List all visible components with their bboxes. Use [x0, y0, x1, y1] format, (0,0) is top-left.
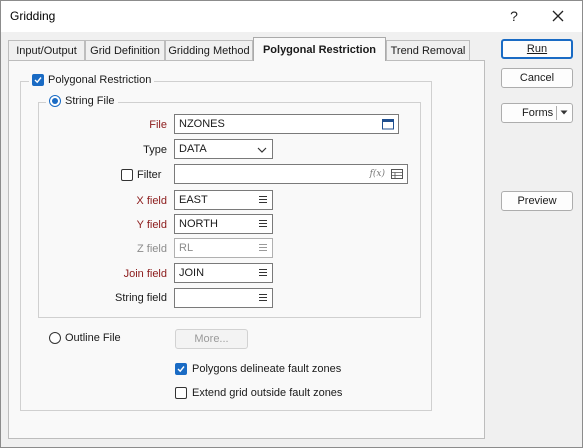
caret-down-icon[interactable] — [560, 110, 568, 116]
field-list-icon[interactable] — [259, 196, 267, 204]
tab-grid-definition[interactable]: Grid Definition — [85, 40, 165, 60]
tab-input-output[interactable]: Input/Output — [8, 40, 85, 60]
type-select[interactable]: DATA — [174, 139, 273, 159]
close-icon — [552, 10, 564, 22]
preview-label: Preview — [517, 195, 557, 207]
gridding-dialog: Gridding ? Input/Output Grid Definition … — [0, 0, 583, 448]
polygonal-restriction-label: Polygonal Restriction — [48, 74, 152, 86]
string-file-label: String File — [65, 95, 115, 107]
polygons-fault-zones-checkbox[interactable] — [175, 363, 187, 375]
field-list-icon[interactable] — [259, 294, 267, 302]
x-field-label: X field — [136, 195, 167, 207]
help-button[interactable]: ? — [497, 5, 531, 27]
cancel-button[interactable]: Cancel — [501, 68, 573, 88]
file-input[interactable]: NZONES — [174, 114, 399, 134]
field-list-icon — [259, 244, 267, 252]
check-icon — [177, 366, 185, 373]
cancel-label: Cancel — [519, 72, 555, 84]
string-file-option[interactable]: String File — [46, 95, 118, 107]
function-icon[interactable]: f(x) — [370, 165, 385, 183]
filter-input[interactable]: f(x) — [174, 164, 408, 184]
chevron-down-icon — [257, 147, 267, 153]
y-field-label: Y field — [136, 219, 167, 231]
x-field-value: EAST — [179, 194, 208, 206]
filter-checkbox[interactable] — [121, 169, 133, 181]
y-field-input[interactable]: NORTH — [174, 214, 273, 234]
join-field-value: JOIN — [179, 267, 205, 279]
type-value: DATA — [179, 143, 207, 155]
field-list-icon[interactable] — [259, 220, 267, 228]
z-field-label: Z field — [137, 243, 167, 255]
x-field-input[interactable]: EAST — [174, 190, 273, 210]
z-field-value: RL — [179, 242, 194, 254]
tab-trend-removal[interactable]: Trend Removal — [386, 40, 470, 60]
outline-file-radio[interactable] — [49, 332, 61, 344]
outline-file-option[interactable]: Outline File — [49, 332, 121, 344]
polygons-fault-zones-option[interactable]: Polygons delineate fault zones — [175, 363, 341, 375]
tab-gridding-method[interactable]: Gridding Method — [165, 40, 253, 60]
string-field-input[interactable] — [174, 288, 273, 308]
extend-grid-option[interactable]: Extend grid outside fault zones — [175, 387, 342, 399]
close-button[interactable] — [541, 5, 575, 27]
string-file-radio[interactable] — [49, 95, 61, 107]
preview-button[interactable]: Preview — [501, 191, 573, 211]
run-button[interactable]: Run — [501, 39, 573, 59]
title-bar: Gridding ? — [1, 1, 582, 32]
browse-icon[interactable] — [382, 118, 394, 130]
filter-label: Filter — [137, 169, 162, 181]
forms-button[interactable]: Forms — [501, 103, 573, 123]
tab-panel: Polygonal Restriction String File File N… — [8, 60, 485, 439]
polygonal-restriction-toggle[interactable]: Polygonal Restriction — [29, 74, 155, 86]
table-icon[interactable] — [391, 168, 403, 180]
forms-label: Forms — [522, 107, 554, 119]
outline-file-label: Outline File — [65, 332, 121, 344]
file-value: NZONES — [179, 118, 225, 130]
field-list-icon[interactable] — [259, 269, 267, 277]
polygonal-restriction-checkbox[interactable] — [32, 74, 44, 86]
string-file-group — [38, 102, 421, 318]
polygons-fault-zones-label: Polygons delineate fault zones — [192, 363, 342, 375]
check-icon — [34, 77, 42, 84]
z-field-input: RL — [174, 238, 273, 258]
string-field-label: String field — [115, 292, 167, 304]
split-divider — [556, 106, 557, 120]
join-field-input[interactable]: JOIN — [174, 263, 273, 283]
window-title: Gridding — [10, 9, 56, 23]
join-field-label: Join field — [123, 268, 167, 280]
y-field-value: NORTH — [179, 218, 218, 230]
more-button: More... — [175, 329, 248, 349]
run-label: Run — [526, 43, 548, 55]
extend-grid-checkbox[interactable] — [175, 387, 187, 399]
file-label: File — [149, 119, 167, 131]
extend-grid-label: Extend grid outside fault zones — [192, 387, 343, 399]
tab-polygonal-restriction[interactable]: Polygonal Restriction — [253, 37, 386, 61]
type-label: Type — [143, 144, 167, 156]
